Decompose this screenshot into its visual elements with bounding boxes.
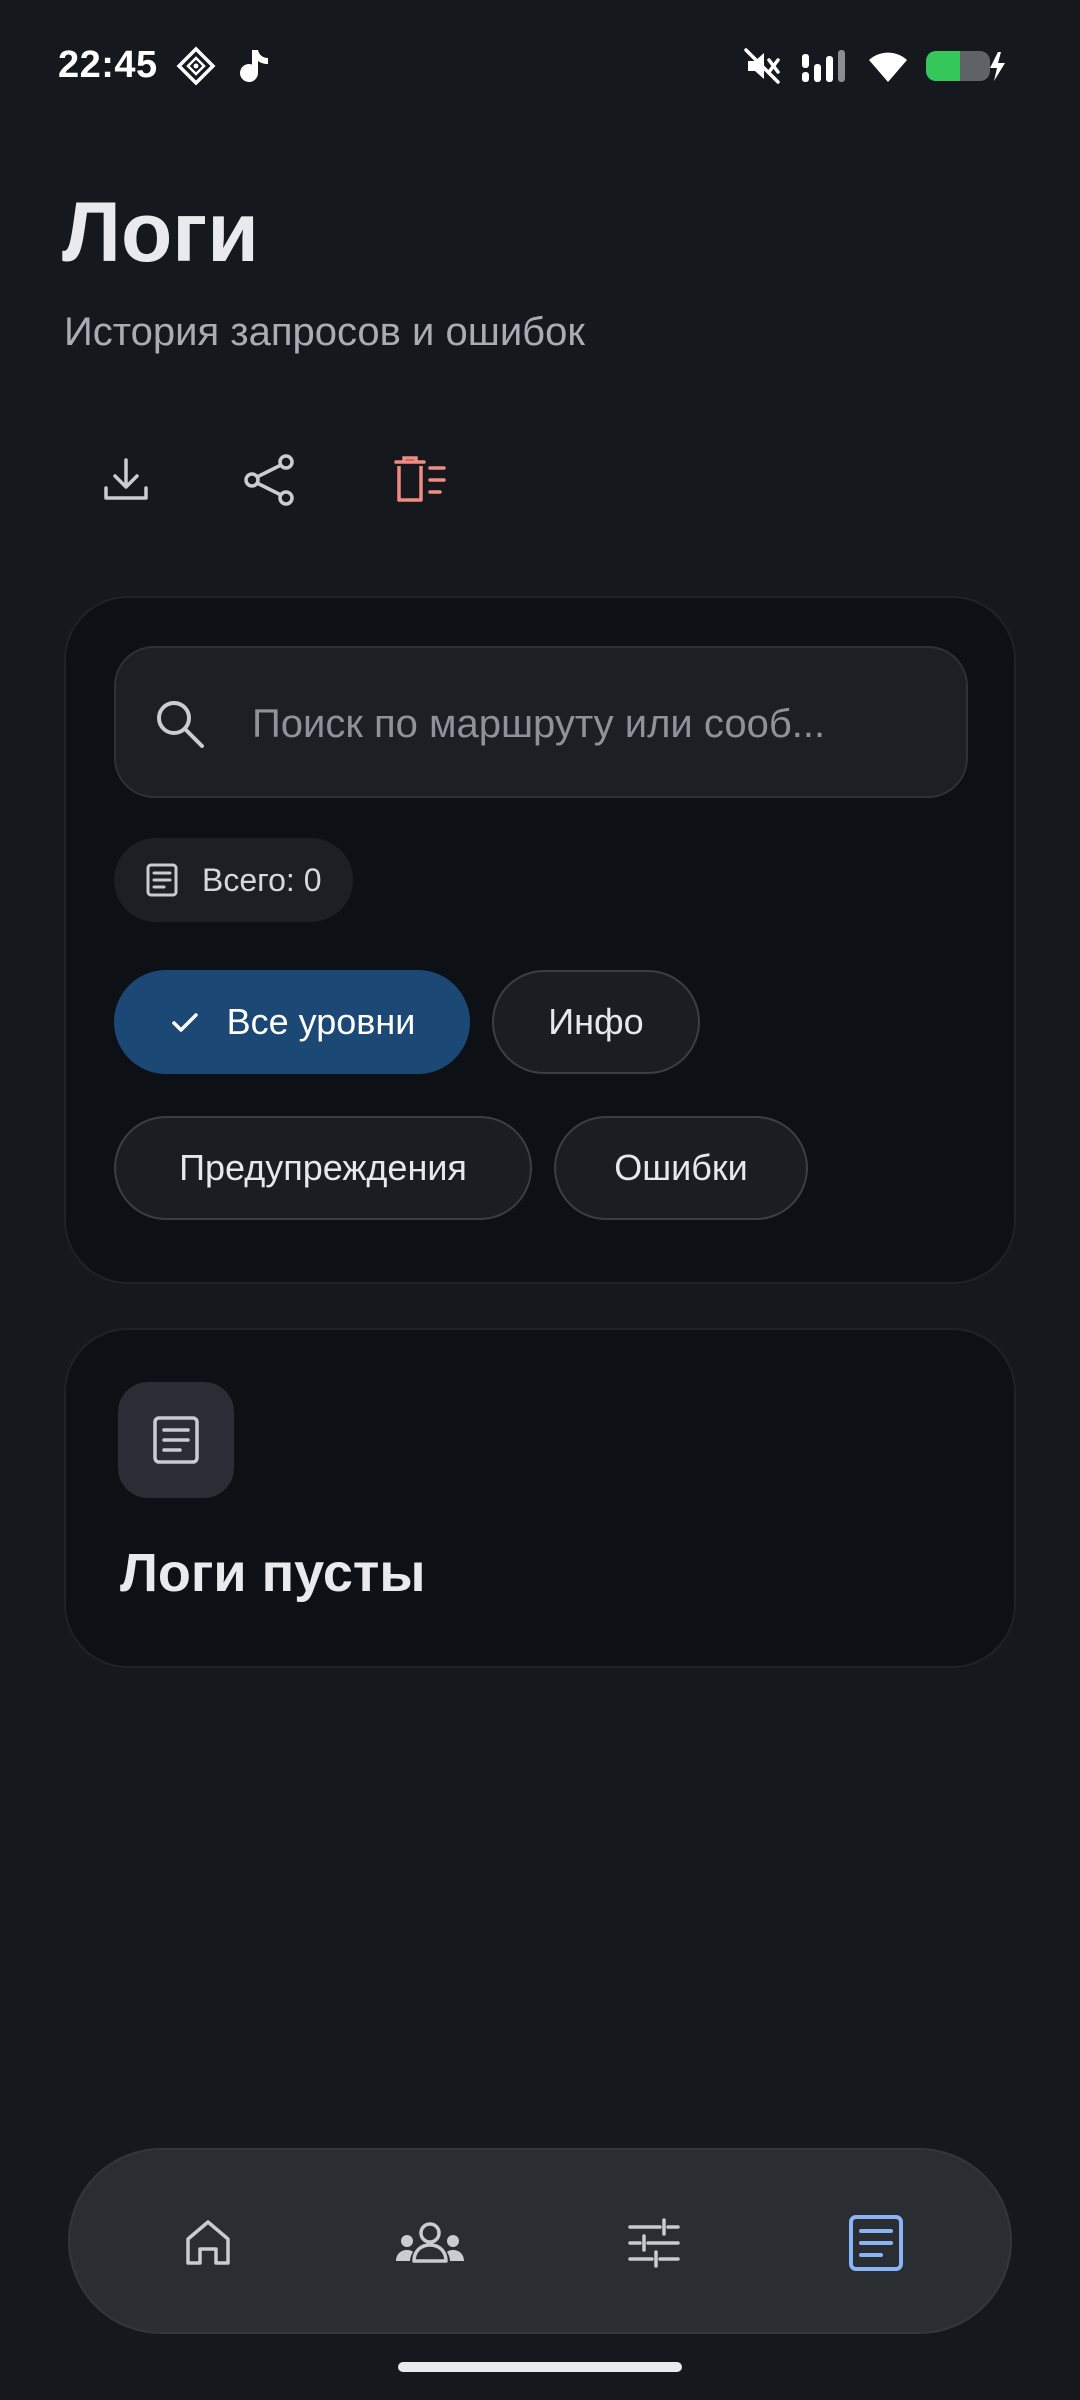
page-subtitle: История запросов и ошибок (64, 310, 585, 354)
clear-logs-button[interactable] (370, 432, 470, 532)
delete-all-icon (392, 454, 448, 511)
filter-chip-label: Предупреждения (179, 1147, 467, 1188)
search-box[interactable] (114, 646, 968, 798)
filter-chip-warnings[interactable]: Предупреждения (114, 1116, 532, 1220)
share-button[interactable] (220, 432, 320, 532)
battery-charging-icon (924, 44, 1008, 88)
filter-chip-errors[interactable]: Ошибки (554, 1116, 808, 1220)
nav-logs[interactable] (826, 2193, 926, 2293)
filter-chip-all-levels[interactable]: Все уровни (114, 970, 470, 1074)
check-icon (169, 1006, 201, 1038)
filter-chip-info[interactable]: Инфо (492, 970, 700, 1074)
home-indicator[interactable] (398, 2362, 682, 2372)
logs-icon (846, 2213, 906, 2273)
widget-diamond-icon (174, 44, 218, 88)
empty-state-icon-box (118, 1382, 234, 1498)
status-time: 22:45 (58, 44, 158, 86)
bottom-navigation (68, 2148, 1012, 2334)
article-icon (150, 1414, 202, 1466)
share-icon (242, 452, 298, 513)
search-input[interactable] (252, 692, 942, 756)
music-note-icon (234, 44, 274, 88)
filter-chip-label: Ошибки (614, 1147, 748, 1188)
filter-chip-label: Инфо (548, 1001, 644, 1042)
page-title: Логи (62, 185, 259, 279)
download-button[interactable] (76, 432, 176, 532)
nav-groups[interactable] (380, 2193, 480, 2293)
total-count-label: Всего: 0 (202, 861, 322, 898)
signal-icon (800, 44, 852, 88)
empty-state-card: Логи пусты (64, 1328, 1016, 1668)
home-icon (180, 2215, 236, 2271)
logs-screen: 22:45 Логи История запросов и ошибок Пои… (0, 0, 1080, 2400)
filter-card: Всего: 0 Все уровни Инфо Предупреждения … (64, 596, 1016, 1284)
search-icon (152, 696, 208, 757)
wifi-icon (864, 44, 912, 88)
total-count-badge: Всего: 0 (114, 838, 354, 922)
nav-home[interactable] (158, 2193, 258, 2293)
download-icon (100, 454, 152, 511)
groups-icon (394, 2217, 466, 2269)
sliders-icon (626, 2215, 682, 2271)
muted-icon (740, 44, 784, 88)
nav-settings[interactable] (604, 2193, 704, 2293)
list-icon (144, 862, 180, 898)
empty-state-title: Логи пусты (120, 1543, 426, 1603)
status-bar: 22:45 (0, 0, 1080, 136)
filter-chip-label: Все уровни (226, 1001, 416, 1042)
